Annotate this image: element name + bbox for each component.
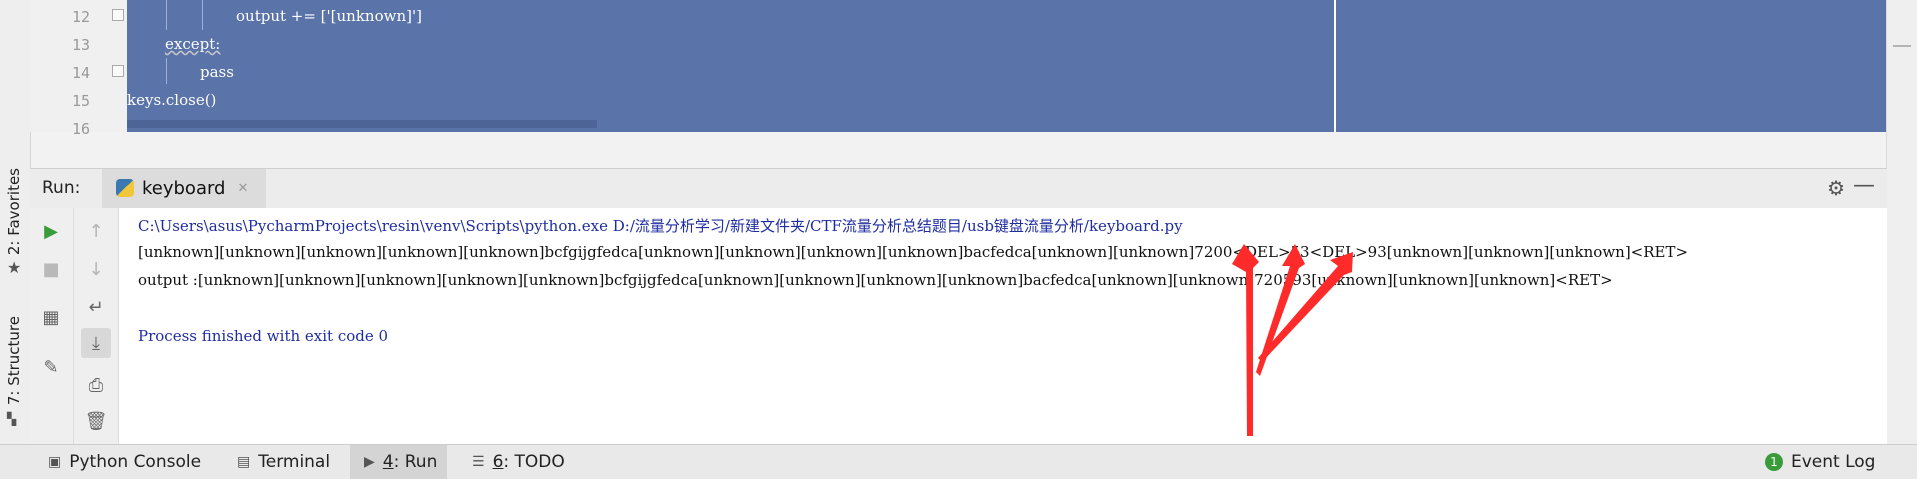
run-bottom-tab[interactable]: ▶ 4: Run <box>350 445 448 479</box>
run-icon: ▶ <box>364 454 375 470</box>
annotation-arrow <box>1232 244 1259 436</box>
bottom-tool-bar: ▣ Python Console ▤ Terminal ▶ 4: Run ☰ 6… <box>0 444 1917 479</box>
run-tab-text: : Run <box>393 452 438 472</box>
terminal-label: Terminal <box>258 452 331 472</box>
python-console-label: Python Console <box>69 452 202 472</box>
event-log-tab[interactable]: 1 Event Log <box>1765 445 1875 479</box>
terminal-tab[interactable]: ▤ Terminal <box>237 445 330 479</box>
terminal-icon: ▤ <box>237 454 251 470</box>
todo-list-icon: ☰ <box>472 454 485 470</box>
annotation-arrows <box>1232 244 1353 436</box>
python-console-icon: ▣ <box>48 454 62 470</box>
todo-tab-number: 6 <box>492 452 504 472</box>
run-tab-number: 4 <box>382 452 394 472</box>
todo-tab[interactable]: ☰ 6: TODO <box>472 445 565 479</box>
annotation-arrow <box>1258 252 1353 362</box>
python-console-tab[interactable]: ▣ Python Console <box>48 445 201 479</box>
event-log-label: Event Log <box>1791 452 1876 472</box>
todo-tab-text: : TODO <box>503 452 565 472</box>
event-count-badge: 1 <box>1765 453 1783 471</box>
